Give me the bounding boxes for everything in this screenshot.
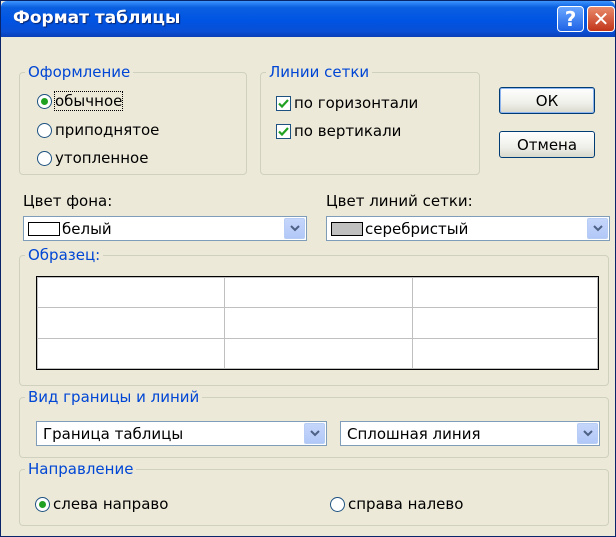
radio-selected-icon[interactable] xyxy=(37,93,52,109)
help-button[interactable]: ? xyxy=(557,6,584,32)
border-element-value: Граница таблицы xyxy=(43,424,184,443)
design-group-legend: Оформление xyxy=(28,63,131,81)
format-table-dialog: Формат таблицы ? ✕ Оформление обычное пр… xyxy=(0,0,616,537)
radio-selected-icon[interactable] xyxy=(35,496,50,512)
line-style-select[interactable]: Сплошная линия xyxy=(340,421,600,446)
border-element-select[interactable]: Граница таблицы xyxy=(36,421,327,446)
gridlines-vertical-label: по вертикали xyxy=(294,122,402,140)
direction-option-rtl-label: справа налево xyxy=(348,495,464,513)
gridlines-horizontal-checkbox[interactable]: по горизонтали xyxy=(276,94,418,112)
gridlines-horizontal-label: по горизонтали xyxy=(294,94,419,112)
cancel-button[interactable]: Отмена xyxy=(499,131,595,158)
gridline-color-select[interactable]: серебристый xyxy=(326,216,610,241)
direction-group-legend: Направление xyxy=(28,460,134,478)
gridline-color-value: серебристый xyxy=(365,219,469,238)
radio-icon[interactable] xyxy=(37,122,52,138)
background-color-swatch xyxy=(28,221,60,236)
sample-cell xyxy=(224,307,413,339)
sample-cell xyxy=(37,307,225,339)
dialog-title: Формат таблицы xyxy=(13,8,181,28)
background-color-value: белый xyxy=(62,219,112,238)
background-color-select[interactable]: белый xyxy=(23,216,307,241)
sample-cell xyxy=(224,338,413,369)
chevron-down-icon[interactable] xyxy=(304,423,325,444)
gridlines-group-legend: Линии сетки xyxy=(269,63,370,81)
design-option-sunken[interactable]: утопленное xyxy=(37,149,148,167)
checkbox-checked-icon[interactable] xyxy=(276,123,291,139)
direction-option-ltr[interactable]: слева направо xyxy=(35,495,168,513)
checkbox-checked-icon[interactable] xyxy=(276,95,291,111)
radio-icon[interactable] xyxy=(37,150,52,166)
design-option-normal[interactable]: обычное xyxy=(37,91,124,111)
sample-cell xyxy=(412,277,598,308)
line-style-value: Сплошная линия xyxy=(347,424,481,443)
sample-group-legend: Образец: xyxy=(28,246,101,264)
border-style-group-legend: Вид границы и линий xyxy=(28,388,200,406)
chevron-down-icon[interactable] xyxy=(587,218,608,239)
design-option-raised-label: приподнятое xyxy=(55,121,160,139)
sample-cell xyxy=(224,277,413,308)
title-bar[interactable]: Формат таблицы ? ✕ xyxy=(1,1,615,37)
help-icon: ? xyxy=(564,7,577,31)
gridlines-vertical-checkbox[interactable]: по вертикали xyxy=(276,122,401,140)
direction-option-ltr-label: слева направо xyxy=(53,495,169,513)
sample-cell xyxy=(412,307,598,339)
radio-icon[interactable] xyxy=(330,496,345,512)
design-option-sunken-label: утопленное xyxy=(55,149,149,167)
sample-table-preview xyxy=(36,276,599,370)
direction-option-rtl[interactable]: справа налево xyxy=(330,495,463,513)
ok-button[interactable]: ОК xyxy=(499,87,595,114)
gridlines-group: Линии сетки xyxy=(260,63,480,175)
close-button[interactable]: ✕ xyxy=(587,6,615,32)
chevron-down-icon[interactable] xyxy=(577,423,598,444)
chevron-down-icon[interactable] xyxy=(284,218,305,239)
sample-cell xyxy=(412,338,598,369)
direction-group: Направление xyxy=(19,460,609,526)
design-option-raised[interactable]: приподнятое xyxy=(37,121,159,139)
design-option-normal-label: обычное xyxy=(53,91,124,111)
sample-cell xyxy=(37,277,225,308)
sample-cell xyxy=(37,338,225,369)
gridline-color-swatch xyxy=(331,221,363,236)
background-color-label: Цвет фона: xyxy=(23,192,113,210)
gridline-color-label: Цвет линий сетки: xyxy=(326,192,473,210)
close-icon: ✕ xyxy=(592,7,610,31)
